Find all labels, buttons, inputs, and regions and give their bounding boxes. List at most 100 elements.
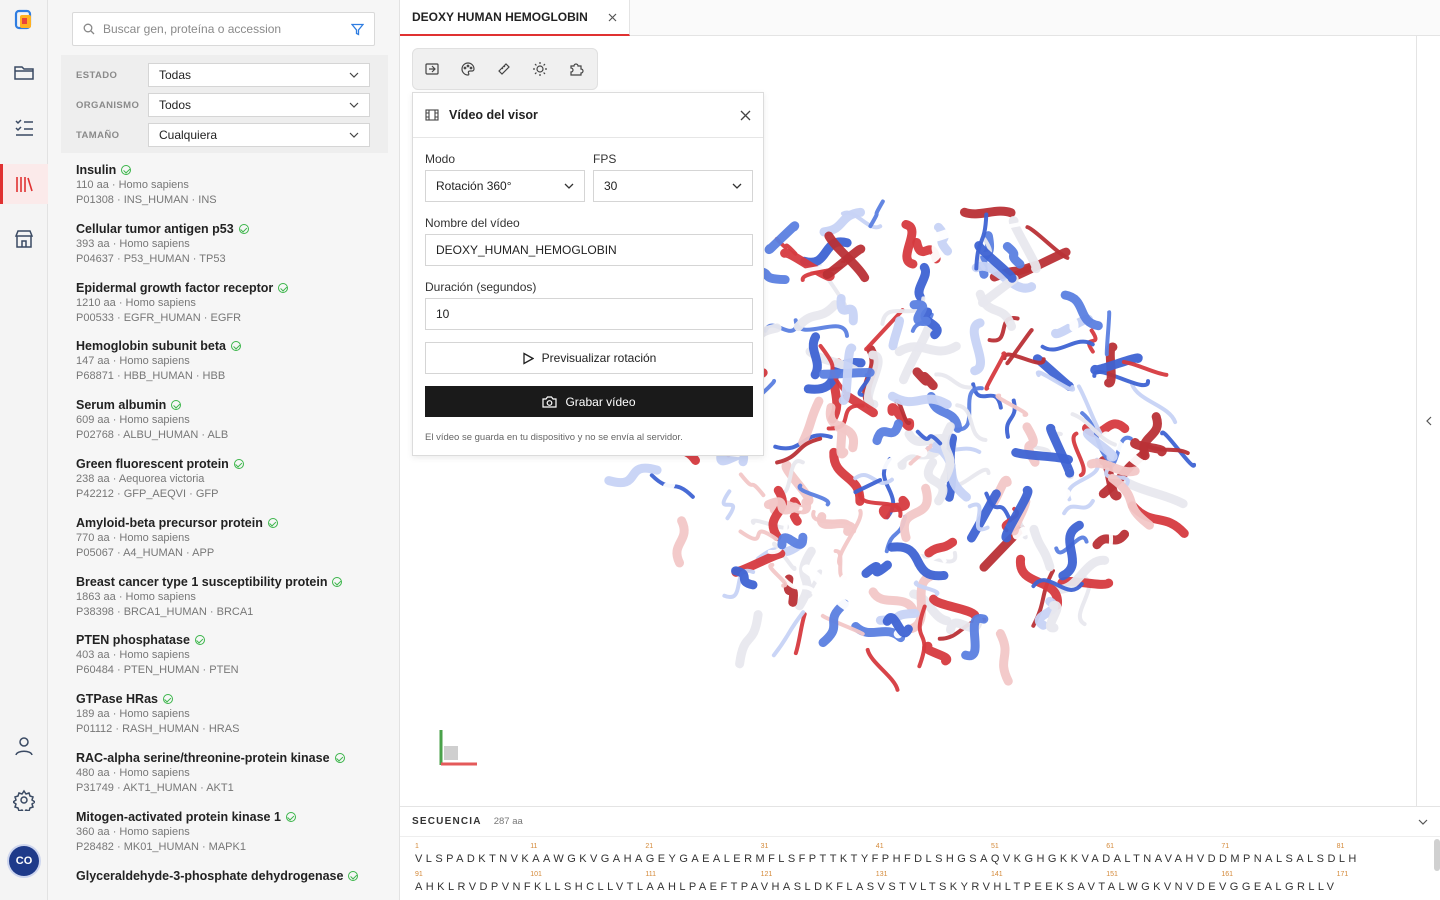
duration-input[interactable]: 10 <box>425 298 753 330</box>
library-icon[interactable] <box>0 164 48 204</box>
protein-name: Amyloid-beta precursor protein <box>76 515 263 530</box>
film-icon <box>425 109 439 121</box>
sequence-line[interactable]: AHKLRVDPVNFKLLSHCLLVTLAAHLPAEFTPAVHASLDK… <box>415 881 1420 893</box>
ribbon-segment <box>703 482 729 506</box>
sequence-position-label: 101 <box>530 871 542 878</box>
verified-check-icon <box>231 341 241 352</box>
tab-bar: DEOXY HUMAN HEMOGLOBIN <box>400 0 1440 36</box>
collapse-right-panel[interactable] <box>1417 36 1440 806</box>
protein-list-item[interactable]: Glyceraldehyde-3-phosphate dehydrogenase <box>76 868 376 900</box>
close-icon[interactable] <box>740 110 751 121</box>
protein-list-item[interactable]: GTPase HRas 189 aa · Homo sapiens P01112 ·… <box>76 691 376 750</box>
preview-label: Previsualizar rotación <box>541 351 657 365</box>
duration-label: Duración (segundos) <box>425 280 537 294</box>
protein-list-item[interactable]: Serum albumin 609 aa · Homo sapiens P02768… <box>76 397 376 456</box>
sequence-header: SECUENCIA 287 aa <box>400 807 1440 837</box>
protein-name-row: PTEN phosphatase <box>76 632 376 648</box>
protein-list-item[interactable]: Breast cancer type 1 susceptibility prot… <box>76 574 376 633</box>
fps-select[interactable]: 30 <box>593 170 753 202</box>
protein-list-item[interactable]: RAC-alpha serine/threonine-protein kinas… <box>76 750 376 809</box>
tamano-select[interactable]: Cualquiera <box>148 123 370 147</box>
protein-meta: 1210 aa · Homo sapiens <box>76 296 196 309</box>
ribbon-segment <box>894 341 961 357</box>
viewer-toolbar <box>412 48 598 90</box>
store-icon[interactable] <box>0 219 48 259</box>
ribbon-segment <box>1092 369 1151 388</box>
sequence-scrollbar[interactable] <box>1434 839 1440 871</box>
close-tab-icon[interactable] <box>608 13 617 22</box>
record-video-button[interactable]: Grabar vídeo <box>425 386 753 417</box>
palette-icon[interactable] <box>457 58 479 80</box>
protein-name-row: Epidermal growth factor receptor <box>76 280 376 296</box>
search-box[interactable]: Buscar gen, proteína o accession <box>72 12 375 46</box>
protein-list-item[interactable]: Cellular tumor antigen p53 393 aa · Homo … <box>76 221 376 280</box>
checklist-icon[interactable] <box>0 107 48 147</box>
protein-list-item[interactable]: Epidermal growth factor receptor 1210 aa … <box>76 280 376 339</box>
protein-list-item[interactable]: Mitogen-activated protein kinase 1 360 aa… <box>76 809 376 868</box>
protein-name-row: Insulin <box>76 162 376 178</box>
protein-list-item[interactable]: Insulin 110 aa · Homo sapiens P01308 · INS… <box>76 162 376 221</box>
ribbon-segment <box>995 629 1013 686</box>
ribbon-segment <box>868 199 885 229</box>
protein-list-item[interactable]: Hemoglobin subunit beta 147 aa · Homo sap… <box>76 338 376 397</box>
video-name-input[interactable]: DEOXY_HUMAN_HEMOGLOBIN <box>425 234 753 266</box>
protein-name-row: Cellular tumor antigen p53 <box>76 221 376 237</box>
mode-value: Rotación 360° <box>436 179 512 193</box>
protein-name-row: RAC-alpha serine/threonine-protein kinas… <box>76 750 376 766</box>
filter-label: TAMAÑO <box>76 129 120 141</box>
filter-icon[interactable] <box>351 23 364 36</box>
filter-tamano: TAMAÑO Cualquiera <box>76 123 370 147</box>
tab-structure[interactable]: DEOXY HUMAN HEMOGLOBIN <box>400 0 630 36</box>
sequence-position-label: 151 <box>1106 871 1118 878</box>
fps-label: FPS <box>593 152 617 166</box>
search-input[interactable]: Buscar gen, proteína o accession <box>103 22 343 36</box>
ribbon-segment <box>978 274 1019 308</box>
video-panel-title: Vídeo del visor <box>449 108 538 122</box>
protein-name-row: Amyloid-beta precursor protein <box>76 515 376 531</box>
protein-ids: P00533 · EGFR_HUMAN · EGFR <box>76 311 242 324</box>
protein-ids: P01112 · RASH_HUMAN · HRAS <box>76 723 240 736</box>
ribbon-segment <box>899 483 932 543</box>
protein-meta: 393 aa · Homo sapiens <box>76 237 190 250</box>
video-panel-header: Vídeo del visor <box>413 93 763 138</box>
sequence-position-label: 91 <box>415 871 423 878</box>
ribbon-segment <box>1122 478 1188 509</box>
measure-ruler-icon[interactable] <box>493 58 515 80</box>
settings-gear-icon[interactable] <box>0 780 48 820</box>
protein-ids: P05067 · A4_HUMAN · APP <box>76 546 215 559</box>
privacy-note: El vídeo se guarda en tu dispositivo y n… <box>425 432 683 443</box>
preview-rotation-button[interactable]: Previsualizar rotación <box>425 342 753 374</box>
filter-label: ESTADO <box>76 69 118 81</box>
organismo-select[interactable]: Todos <box>148 93 370 117</box>
estado-select[interactable]: Todas <box>148 63 370 87</box>
user-icon[interactable] <box>0 726 48 766</box>
mode-select[interactable]: Rotación 360° <box>425 170 585 202</box>
ribbon-segment <box>861 560 892 578</box>
protein-name: Glyceraldehyde-3-phosphate dehydrogenase <box>76 868 344 883</box>
protein-name: GTPase HRas <box>76 692 158 707</box>
protein-list-item[interactable]: Green fluorescent protein 238 aa · Aequor… <box>76 456 376 515</box>
structure-viewer[interactable]: Vídeo del visor Modo FPS Rotación 360° 3… <box>400 36 1417 806</box>
chevron-down-icon[interactable] <box>1418 819 1428 825</box>
sequence-position-label: 11 <box>530 843 538 850</box>
import-icon[interactable] <box>421 58 443 80</box>
sequence-line[interactable]: VLSPADKTNVKAAWGKVGAHAGEYGAEALERMFLSFPTTK… <box>415 853 1420 865</box>
ribbon-segment <box>777 532 808 550</box>
lighting-sun-icon[interactable] <box>529 58 551 80</box>
sequence-position-label: 141 <box>991 871 1003 878</box>
protein-list-item[interactable]: PTEN phosphatase 403 aa · Homo sapiens P60… <box>76 632 376 691</box>
folder-icon[interactable] <box>0 52 48 92</box>
ribbon-segment <box>939 294 976 327</box>
app-logo-icon[interactable] <box>0 0 48 40</box>
extensions-puzzle-icon[interactable] <box>565 58 587 80</box>
protein-meta: 238 aa · Aequorea victoria <box>76 472 205 485</box>
ribbon-segment <box>969 318 985 376</box>
ribbon-segment <box>901 220 918 269</box>
protein-list-item[interactable]: Amyloid-beta precursor protein 770 aa · H… <box>76 515 376 574</box>
filter-estado: ESTADO Todas <box>76 63 370 87</box>
user-avatar[interactable]: CO <box>9 846 39 876</box>
chevron-down-icon <box>349 102 359 108</box>
verified-check-icon <box>121 165 132 175</box>
protein-ids: P42212 · GFP_AEQVI · GFP <box>76 487 219 500</box>
sequence-position-label: 121 <box>760 871 773 878</box>
